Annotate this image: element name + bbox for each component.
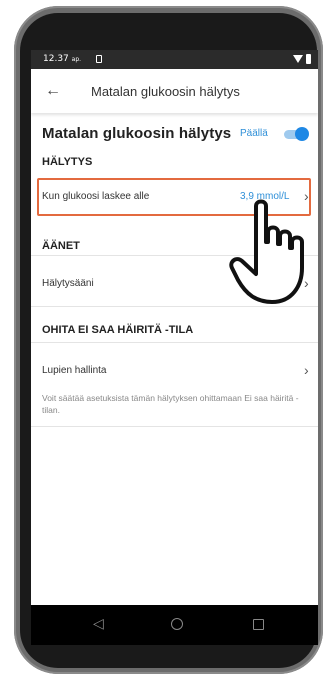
nav-back-icon[interactable]: ◁ — [93, 615, 104, 632]
alarm-header: Matalan glukoosin hälytys Päällä — [31, 122, 318, 148]
permissions-row[interactable]: Lupien hallinta › — [31, 353, 318, 391]
alarm-tone-label: Hälytysääni — [42, 278, 94, 289]
status-time-value: 12.37 — [43, 54, 69, 64]
android-nav-bar: ◁ — [31, 605, 318, 645]
section-override-label: OHITA EI SAA HÄIRITÄ -TILA — [42, 324, 194, 336]
toggle-thumb — [295, 127, 309, 141]
notification-icon — [96, 55, 102, 63]
nav-recents-icon[interactable] — [253, 619, 264, 630]
divider — [31, 426, 318, 427]
alarm-state-label: Päällä — [240, 128, 268, 139]
phone-screen: 12.37 ap. ← Matalan glukoosin hälytys Ma… — [31, 50, 318, 645]
alarm-title: Matalan glukoosin hälytys — [42, 125, 232, 142]
hand-pointer-icon — [229, 199, 304, 304]
divider — [31, 342, 318, 343]
battery-icon — [306, 54, 311, 64]
app-bar-title: Matalan glukoosin hälytys — [91, 84, 240, 99]
back-arrow-icon[interactable]: ← — [41, 81, 65, 101]
alarm-toggle[interactable] — [282, 127, 309, 141]
nav-home-icon[interactable] — [171, 618, 183, 630]
section-sounds-label: ÄÄNET — [42, 240, 80, 252]
chevron-right-icon: › — [304, 362, 309, 378]
permissions-label: Lupien hallinta — [42, 365, 107, 376]
override-description: Voit säätää asetuksista tämän hälytyksen… — [42, 393, 299, 415]
status-ampm: ap. — [71, 56, 82, 63]
section-alarm-label: HÄLYTYS — [42, 156, 93, 168]
status-time: 12.37 ap. — [43, 54, 81, 64]
wifi-icon — [293, 55, 303, 63]
app-bar: ← Matalan glukoosin hälytys — [31, 69, 318, 113]
status-bar: 12.37 ap. — [31, 50, 318, 69]
